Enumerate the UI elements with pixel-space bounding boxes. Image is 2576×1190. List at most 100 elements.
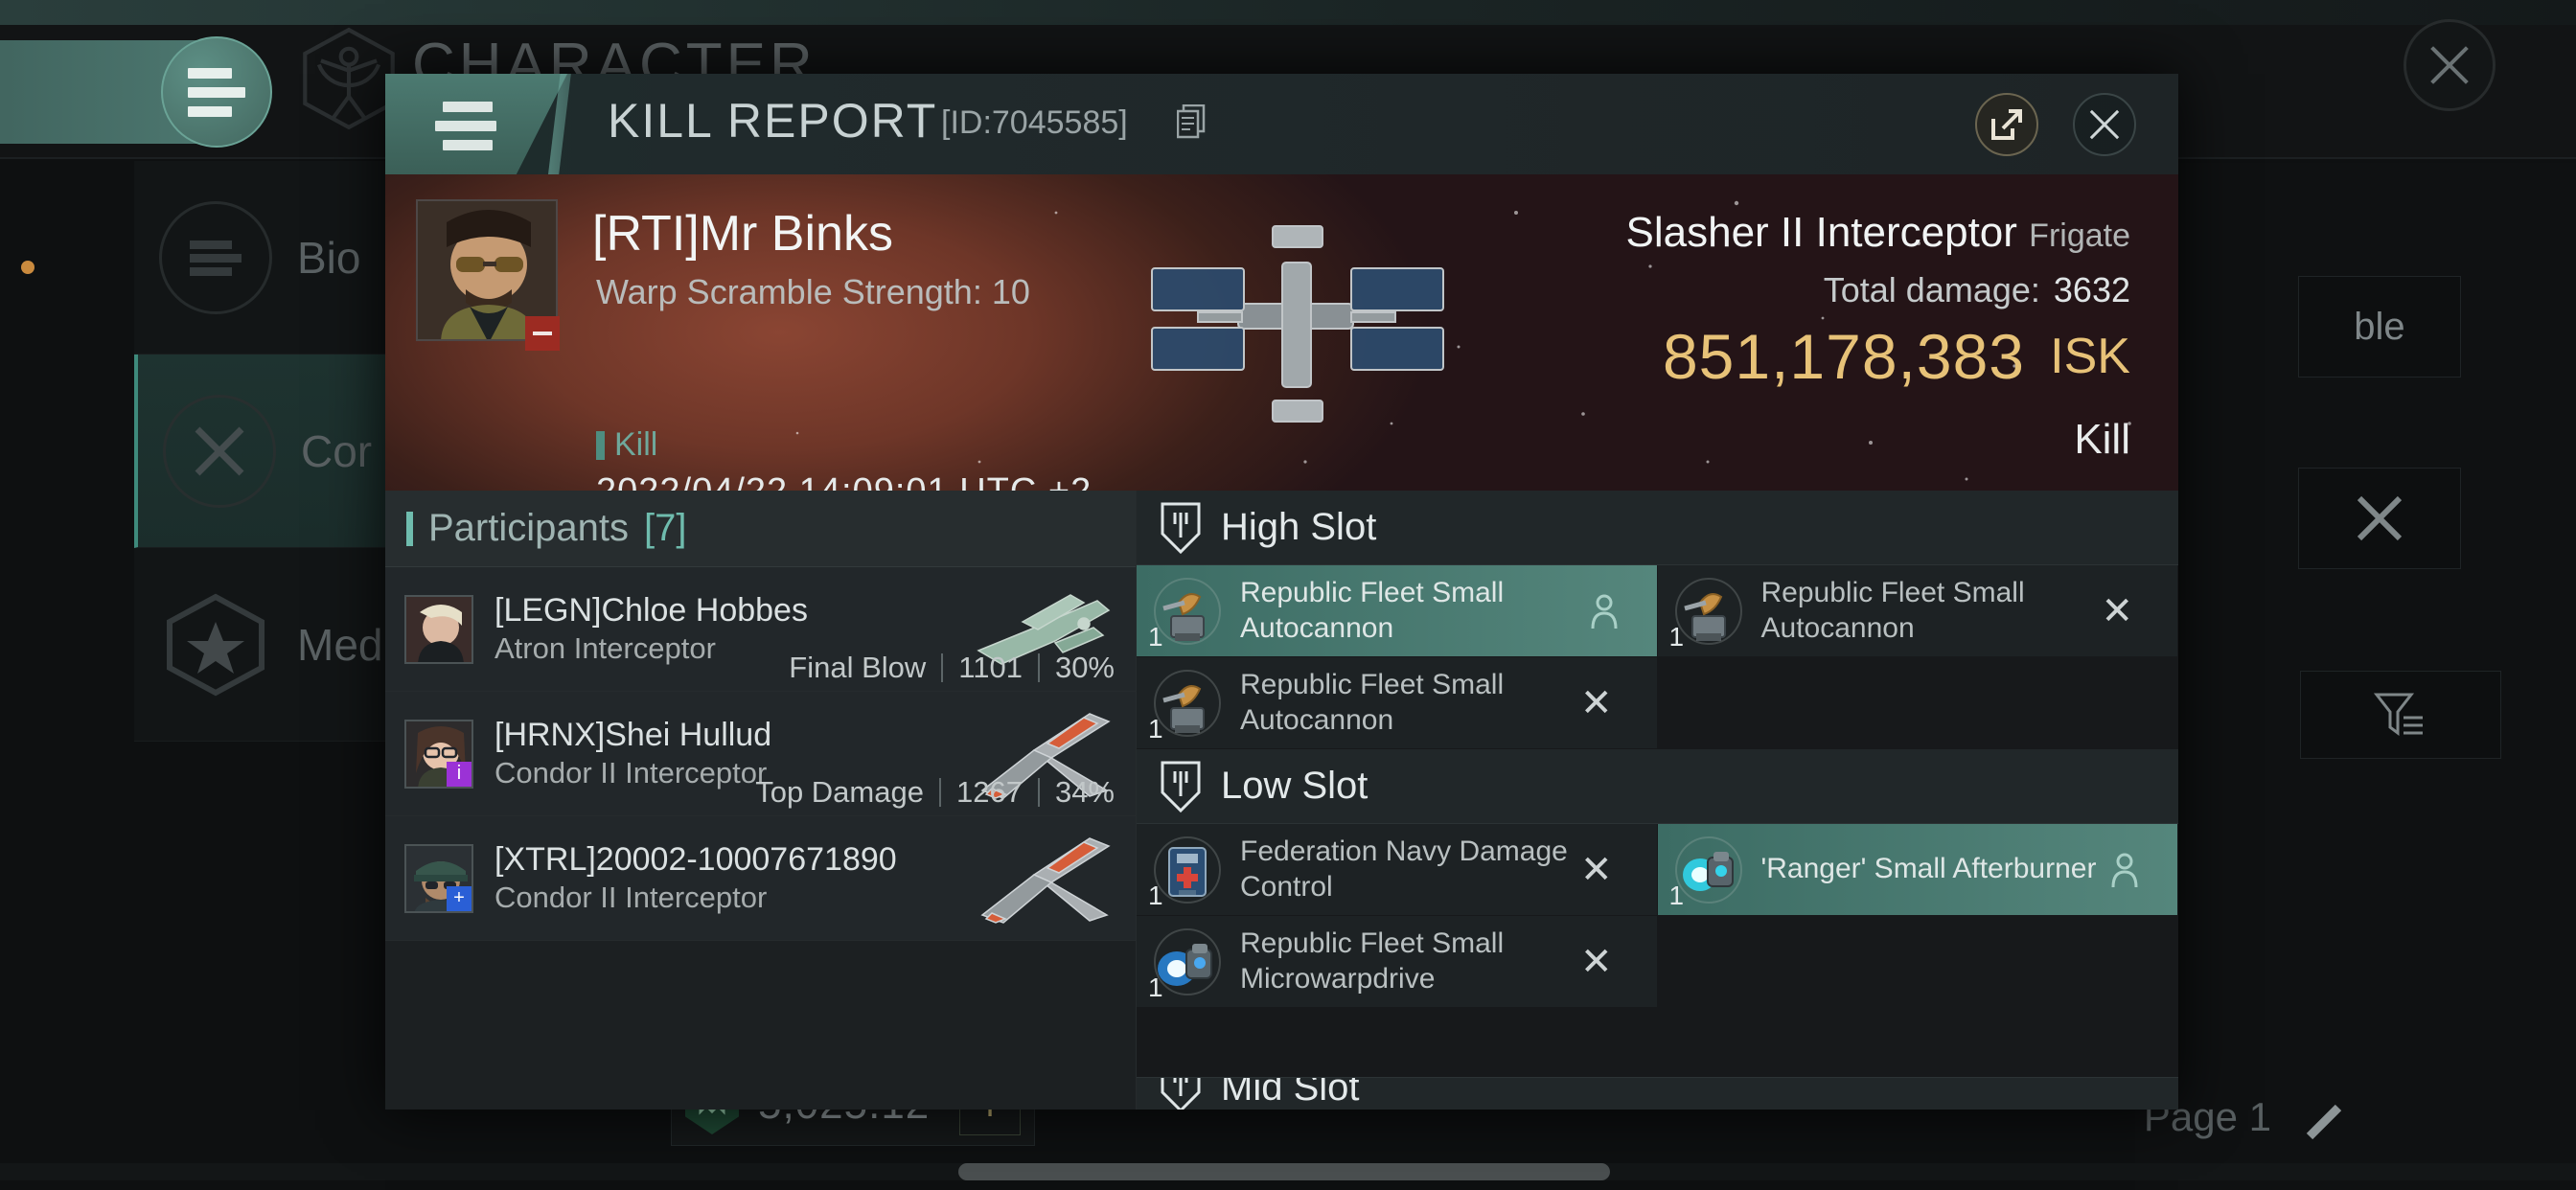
module-quantity: 1 (1148, 972, 1163, 1002)
vitruvian-character-icon (303, 27, 395, 130)
slot-section-title: Low Slot (1221, 765, 1368, 807)
participant-percent: 30% (1054, 651, 1115, 684)
module-item[interactable]: 1 Federation Navy Damage Control ✕ (1137, 824, 1658, 916)
autocannon-icon: 1 (1148, 574, 1225, 652)
high-slot-module-grid: 1 Republic Fleet Small Autocannon 1 Repu… (1137, 565, 2178, 749)
sidebar-item-label: Med (297, 619, 383, 670)
slot-shield-icon (1161, 502, 1201, 554)
kill-report-dialog: KILL REPORT [ID:7045585] [RTI]Mr Binks W… (385, 74, 2178, 1110)
status-badge: Kill (596, 426, 657, 464)
participant-damage: 1267 (955, 775, 1023, 809)
close-button[interactable] (2073, 93, 2136, 156)
participant-name: [LEGN]Chloe Hobbes (494, 591, 808, 629)
module-name: Republic Fleet Small Autocannon (1240, 576, 1505, 644)
autocannon-icon: 1 (1148, 666, 1225, 744)
dialog-header: KILL REPORT [ID:7045585] (385, 74, 2178, 174)
kill-result-label: Kill (2074, 416, 2130, 463)
participant-row[interactable]: i [HRNX]Shei Hullud Condor II Intercepto… (385, 692, 1136, 816)
module-item[interactable]: 1 Republic Fleet Small Microwarpdrive ✕ (1137, 916, 1658, 1008)
total-damage-value: 3632 (2053, 270, 2130, 309)
dialog-title: KILL REPORT (608, 94, 938, 148)
slot-section-header-high: High Slot (1137, 491, 2178, 565)
pilot-icon (2111, 853, 2138, 887)
participant-damage: 1101 (958, 651, 1023, 684)
remove-module-icon[interactable]: ✕ (1580, 851, 1613, 889)
victim-status-badge (525, 316, 560, 351)
dialog-hamburger-menu-icon[interactable] (435, 102, 496, 150)
status-badge-label: Kill (614, 426, 658, 463)
low-slot-module-grid: 1 Federation Navy Damage Control ✕ 1 'Ra… (1137, 824, 2178, 1008)
afterburner-icon: 1 (1669, 833, 1746, 910)
crossed-swords-icon (163, 394, 276, 508)
background-close-icon[interactable] (2404, 19, 2496, 111)
module-slot-empty (1657, 916, 2178, 1008)
remove-module-icon[interactable]: ✕ (2101, 592, 2133, 630)
participants-count: [7] (643, 507, 687, 549)
participant-info: [XTRL]20002-10007671890 Condor II Interc… (494, 839, 963, 917)
victim-banner: [RTI]Mr Binks Warp Scramble Strength: 10… (385, 174, 2178, 491)
victim-ship-render (1151, 225, 1444, 423)
remove-module-icon[interactable]: ✕ (1580, 943, 1613, 981)
remove-module-icon[interactable]: ✕ (1580, 684, 1613, 722)
list-icon (159, 200, 272, 314)
slot-section-title: Mid Slot (1221, 1077, 1360, 1109)
copy-icon[interactable] (1177, 104, 1206, 139)
external-link-icon (1991, 109, 2022, 140)
next-page-icon[interactable] (2302, 1100, 2346, 1144)
dialog-report-id: [ID:7045585] (941, 104, 1128, 141)
autocannon-icon: 1 (1668, 574, 1746, 652)
sidebar-item-label: Cor (301, 425, 373, 476)
module-item[interactable]: 1 'Ranger' Small Afterburner (1657, 824, 2178, 916)
participant-stats: Final Blow 1101 30% (789, 651, 1115, 685)
module-quantity: 1 (1148, 713, 1163, 744)
participant-badge: i (447, 761, 472, 787)
background-tools-icon[interactable] (2298, 468, 2461, 569)
status-strip (0, 0, 2576, 25)
participant-badge: + (447, 885, 472, 911)
participant-ship: Condor II Interceptor (494, 881, 768, 915)
module-quantity: 1 (1668, 880, 1685, 910)
total-damage-label: Total damage: (1823, 270, 2040, 309)
dialog-body: Participants [7] [LEGN]Chloe Hobbes Atro… (385, 491, 2178, 1110)
sidebar-item-label: Bio (297, 232, 361, 283)
background-button-table[interactable]: ble (2298, 276, 2461, 378)
participants-panel: Participants [7] [LEGN]Chloe Hobbes Atro… (385, 491, 1137, 1110)
module-item[interactable]: 1 Republic Fleet Small Autocannon ✕ (1137, 657, 1658, 749)
module-quantity: 1 (1668, 621, 1685, 652)
total-damage: Total damage: 3632 (1824, 270, 2130, 310)
module-slot-empty (1657, 657, 2178, 749)
avatar (404, 594, 473, 664)
participant-stats: Top Damage 1267 34% (755, 775, 1115, 810)
participant-name: [HRNX]Shei Hullud (494, 716, 772, 753)
screen-root: CHARACTER Bio Cor Med ble Page 1 KILL RE… (0, 0, 2576, 1190)
participant-name: [XTRL]20002-10007671890 (494, 840, 897, 878)
background-filter-icon[interactable] (2300, 671, 2501, 759)
ship-name-text: Slasher II Interceptor (1625, 209, 2017, 256)
victim-subtitle: Warp Scramble Strength: 10 (596, 272, 1030, 311)
slot-section-title: High Slot (1221, 506, 1377, 548)
participant-row[interactable]: [LEGN]Chloe Hobbes Atron Interceptor Fin… (385, 567, 1136, 692)
participants-title: Participants (428, 507, 629, 549)
background-hamburger-menu-icon[interactable] (161, 36, 272, 148)
victim-ship-name: Slasher II Interceptor Frigate (1626, 209, 2130, 257)
pilot-icon (1591, 594, 1617, 629)
module-item[interactable]: 1 Republic Fleet Small Autocannon ✕ (1657, 565, 2178, 657)
microwarpdrive-icon: 1 (1148, 925, 1225, 1002)
notification-dot (21, 261, 34, 274)
participants-header: Participants [7] (385, 491, 1136, 567)
avatar: + (404, 843, 473, 913)
avatar: i (404, 719, 473, 789)
isk-unit: ISK (2050, 329, 2130, 384)
module-quantity: 1 (1148, 880, 1163, 910)
module-name: 'Ranger' Small Afterburner (1760, 853, 2097, 885)
module-quantity: 1 (1148, 621, 1163, 652)
participant-ship-thumbnail (980, 836, 1111, 924)
ship-class-text: Frigate (2029, 217, 2130, 254)
participant-percent: 34% (1054, 775, 1115, 809)
horizontal-scrollbar-thumb[interactable] (958, 1163, 1610, 1180)
damage-control-icon: 1 (1148, 833, 1225, 910)
participant-row[interactable]: + [XTRL]20002-10007671890 Condor II Inte… (385, 816, 1136, 941)
share-button[interactable] (1975, 93, 2038, 156)
slot-shield-icon (1161, 1078, 1201, 1110)
module-item[interactable]: 1 Republic Fleet Small Autocannon (1137, 565, 1658, 657)
